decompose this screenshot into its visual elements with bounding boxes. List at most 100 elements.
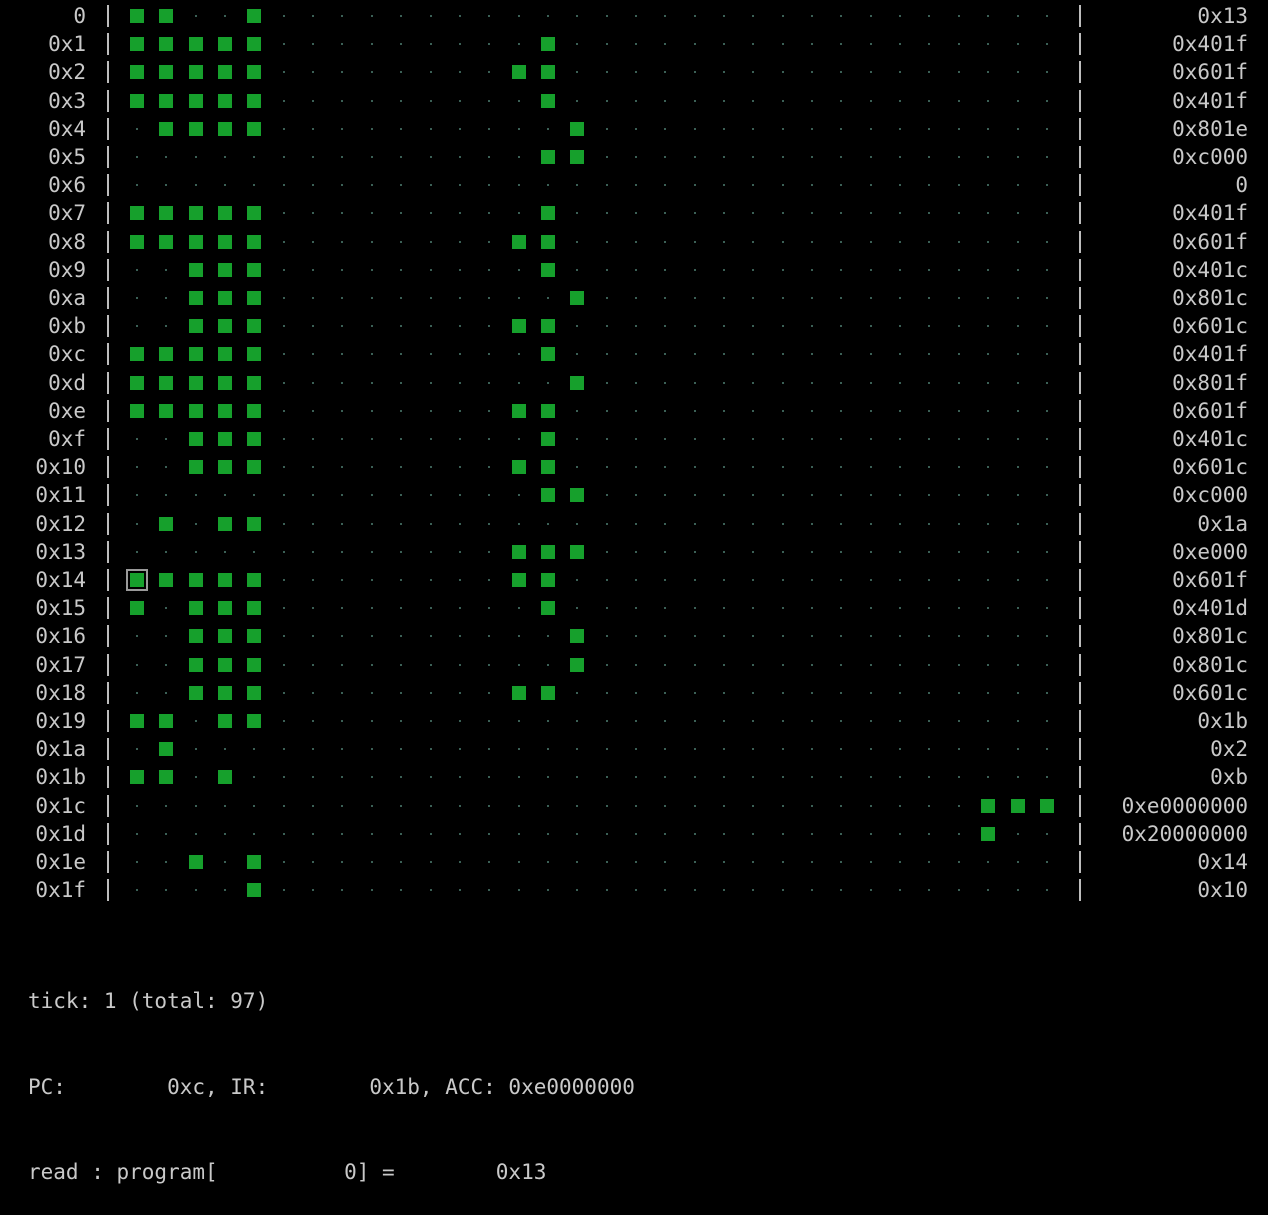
bit-clear — [776, 517, 790, 531]
bit-clear — [893, 742, 907, 756]
bit-clear — [893, 488, 907, 502]
bit-clear — [570, 9, 584, 23]
bit-clear — [717, 460, 731, 474]
bit-clear — [159, 488, 173, 502]
bit-clear — [629, 122, 643, 136]
bit-clear — [834, 235, 848, 249]
bit-clear — [1040, 65, 1054, 79]
bit-clear — [600, 263, 614, 277]
bit-clear — [746, 9, 760, 23]
bit-clear — [717, 883, 731, 897]
memory-value: 0x2 — [1210, 737, 1248, 762]
bit-clear — [365, 376, 379, 390]
bit-clear — [541, 517, 555, 531]
bit-clear — [922, 122, 936, 136]
bit-clear — [277, 291, 291, 305]
bit-clear — [834, 855, 848, 869]
bit-clear — [952, 460, 966, 474]
bit-clear — [600, 629, 614, 643]
bit-clear — [512, 517, 526, 531]
bit-clear — [306, 799, 320, 813]
bit-clear — [746, 122, 760, 136]
bit-clear — [277, 319, 291, 333]
bit-clear — [365, 629, 379, 643]
bit-clear — [189, 883, 203, 897]
bit-clear — [688, 37, 702, 51]
bit-clear — [629, 770, 643, 784]
bit-clear — [746, 686, 760, 700]
bit-clear — [952, 488, 966, 502]
bit-set — [188, 65, 203, 80]
bit-clear — [893, 65, 907, 79]
bit-clear — [981, 94, 995, 108]
bit-clear — [922, 770, 936, 784]
memory-address: 0xa — [48, 286, 86, 310]
bit-clear — [453, 150, 467, 164]
bit-set — [247, 883, 262, 898]
bit-clear — [277, 347, 291, 361]
bit-clear — [922, 94, 936, 108]
bit-clear — [453, 65, 467, 79]
bit-clear — [424, 799, 438, 813]
bit-set — [570, 150, 585, 164]
bit-clear — [922, 827, 936, 841]
grid-border-right — [1079, 30, 1081, 58]
bit-clear — [453, 122, 467, 136]
bit-clear — [952, 883, 966, 897]
memory-address: 0x1d — [35, 821, 86, 846]
bit-clear — [629, 347, 643, 361]
memory-value: 0x1b — [1197, 709, 1248, 733]
bit-clear — [394, 855, 408, 869]
bit-clear — [1040, 206, 1054, 220]
bit-clear — [218, 827, 232, 841]
bit-clear — [922, 150, 936, 164]
bit-clear — [394, 206, 408, 220]
bit-clear — [1040, 291, 1054, 305]
bit-clear — [922, 460, 936, 474]
bit-clear — [746, 347, 760, 361]
bit-clear — [365, 206, 379, 220]
bit-clear — [306, 573, 320, 587]
bit-clear — [629, 206, 643, 220]
bit-clear — [893, 178, 907, 192]
bit-clear — [952, 714, 966, 728]
bit-set — [511, 234, 526, 249]
bit-clear — [952, 376, 966, 390]
bit-clear — [688, 855, 702, 869]
memory-row: 0x18 0x601c — [0, 679, 1268, 707]
bit-clear — [717, 9, 731, 23]
bit-clear — [482, 263, 496, 277]
bit-clear — [922, 263, 936, 277]
bit-clear — [864, 517, 878, 531]
bit-clear — [600, 347, 614, 361]
bit-clear — [365, 770, 379, 784]
bit-clear — [453, 263, 467, 277]
bit-clear — [981, 263, 995, 277]
bit-clear — [277, 629, 291, 643]
memory-value: 0x801f — [1172, 370, 1248, 395]
bit-set — [540, 347, 555, 362]
bit-clear — [189, 714, 203, 728]
bit-set — [159, 65, 174, 80]
bit-set — [540, 403, 555, 418]
bit-clear — [864, 855, 878, 869]
bit-set — [130, 65, 144, 80]
bit-clear — [482, 517, 496, 531]
bit-clear — [600, 658, 614, 672]
bit-clear — [834, 770, 848, 784]
bit-clear — [218, 545, 232, 559]
bit-clear — [365, 883, 379, 897]
bit-clear — [335, 404, 349, 418]
bit-set — [540, 573, 555, 587]
bit-clear — [600, 94, 614, 108]
bit-clear — [247, 827, 261, 841]
bit-clear — [541, 9, 555, 23]
bit-set — [130, 37, 144, 52]
bit-clear — [776, 150, 790, 164]
memory-address: 0x1c — [35, 793, 86, 818]
bit-clear — [130, 263, 144, 277]
bit-clear — [688, 714, 702, 728]
bit-clear — [335, 573, 349, 587]
bit-clear — [805, 545, 819, 559]
bit-clear — [746, 94, 760, 108]
